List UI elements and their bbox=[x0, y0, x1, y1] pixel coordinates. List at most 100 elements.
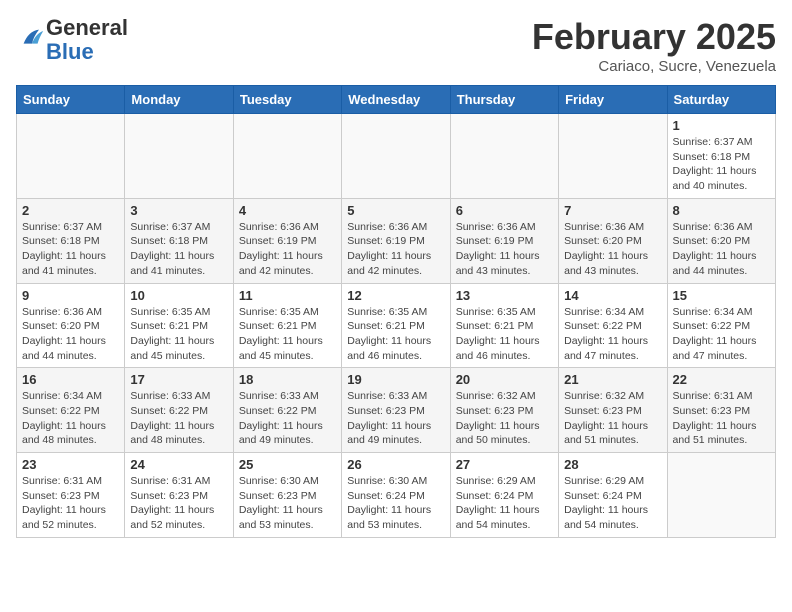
day-info: Sunrise: 6:36 AM Sunset: 6:20 PM Dayligh… bbox=[564, 220, 661, 279]
calendar-week-row: 9Sunrise: 6:36 AM Sunset: 6:20 PM Daylig… bbox=[17, 283, 776, 368]
day-info: Sunrise: 6:36 AM Sunset: 6:19 PM Dayligh… bbox=[456, 220, 553, 279]
calendar-week-row: 1 Sunrise: 6:37 AM Sunset: 6:18 PM Daylig… bbox=[17, 114, 776, 199]
calendar-cell: 2 Sunrise: 6:37 AM Sunset: 6:18 PM Daylig… bbox=[17, 198, 125, 283]
day-info: Sunrise: 6:30 AM Sunset: 6:23 PM Dayligh… bbox=[239, 474, 336, 533]
calendar-cell: 4 Sunrise: 6:36 AM Sunset: 6:19 PM Daylig… bbox=[233, 198, 341, 283]
day-info: Sunrise: 6:32 AM Sunset: 6:23 PM Dayligh… bbox=[456, 389, 553, 448]
day-number: 19 bbox=[347, 372, 444, 387]
calendar-cell: 11Sunrise: 6:35 AM Sunset: 6:21 PM Dayli… bbox=[233, 283, 341, 368]
day-number: 5 bbox=[347, 203, 444, 218]
calendar-cell: 21 Sunrise: 6:32 AM Sunset: 6:23 PM Dayli… bbox=[559, 368, 667, 453]
calendar-cell bbox=[450, 114, 558, 199]
calendar-cell bbox=[233, 114, 341, 199]
day-number: 12 bbox=[347, 288, 444, 303]
day-number: 26 bbox=[347, 457, 444, 472]
day-number: 4 bbox=[239, 203, 336, 218]
calendar-cell bbox=[342, 114, 450, 199]
day-number: 10 bbox=[130, 288, 227, 303]
weekday-header-tuesday: Tuesday bbox=[233, 86, 341, 114]
calendar-cell: 5 Sunrise: 6:36 AM Sunset: 6:19 PM Daylig… bbox=[342, 198, 450, 283]
day-number: 3 bbox=[130, 203, 227, 218]
day-info: Sunrise: 6:33 AM Sunset: 6:22 PM Dayligh… bbox=[239, 389, 336, 448]
day-number: 18 bbox=[239, 372, 336, 387]
calendar-cell: 10 Sunrise: 6:35 AM Sunset: 6:21 PM Dayli… bbox=[125, 283, 233, 368]
weekday-header-thursday: Thursday bbox=[450, 86, 558, 114]
day-number: 21 bbox=[564, 372, 661, 387]
calendar-week-row: 16 Sunrise: 6:34 AM Sunset: 6:22 PM Dayli… bbox=[17, 368, 776, 453]
day-info: Sunrise: 6:36 AM Sunset: 6:20 PM Dayligh… bbox=[673, 220, 770, 279]
calendar-cell: 1 Sunrise: 6:37 AM Sunset: 6:18 PM Daylig… bbox=[667, 114, 775, 199]
day-number: 8 bbox=[673, 203, 770, 218]
calendar-cell: 26 Sunrise: 6:30 AM Sunset: 6:24 PM Dayli… bbox=[342, 453, 450, 538]
day-number: 1 bbox=[673, 118, 770, 133]
calendar-week-row: 23 Sunrise: 6:31 AM Sunset: 6:23 PM Dayli… bbox=[17, 453, 776, 538]
calendar-cell: 28 Sunrise: 6:29 AM Sunset: 6:24 PM Dayli… bbox=[559, 453, 667, 538]
day-number: 16 bbox=[22, 372, 119, 387]
calendar-cell: 19 Sunrise: 6:33 AM Sunset: 6:23 PM Dayli… bbox=[342, 368, 450, 453]
calendar-cell bbox=[559, 114, 667, 199]
day-info: Sunrise: 6:34 AM Sunset: 6:22 PM Dayligh… bbox=[22, 389, 119, 448]
day-info: Sunrise: 6:32 AM Sunset: 6:23 PM Dayligh… bbox=[564, 389, 661, 448]
calendar-cell bbox=[125, 114, 233, 199]
day-info: Sunrise: 6:35 AM Sunset: 6:21 PM Dayligh… bbox=[130, 305, 227, 364]
day-info: Sunrise: 6:37 AM Sunset: 6:18 PM Dayligh… bbox=[673, 135, 770, 194]
day-number: 6 bbox=[456, 203, 553, 218]
day-info: Sunrise: 6:37 AM Sunset: 6:18 PM Dayligh… bbox=[22, 220, 119, 279]
day-info: Sunrise: 6:29 AM Sunset: 6:24 PM Dayligh… bbox=[564, 474, 661, 533]
month-year-title: February 2025 bbox=[532, 16, 776, 58]
weekday-header-monday: Monday bbox=[125, 86, 233, 114]
day-number: 13 bbox=[456, 288, 553, 303]
day-number: 27 bbox=[456, 457, 553, 472]
calendar-cell: 25 Sunrise: 6:30 AM Sunset: 6:23 PM Dayli… bbox=[233, 453, 341, 538]
day-info: Sunrise: 6:31 AM Sunset: 6:23 PM Dayligh… bbox=[130, 474, 227, 533]
calendar-cell: 9Sunrise: 6:36 AM Sunset: 6:20 PM Daylig… bbox=[17, 283, 125, 368]
day-info: Sunrise: 6:34 AM Sunset: 6:22 PM Dayligh… bbox=[673, 305, 770, 364]
calendar-cell: 22Sunrise: 6:31 AM Sunset: 6:23 PM Dayli… bbox=[667, 368, 775, 453]
day-info: Sunrise: 6:36 AM Sunset: 6:19 PM Dayligh… bbox=[347, 220, 444, 279]
day-number: 20 bbox=[456, 372, 553, 387]
logo-text: General Blue bbox=[46, 16, 128, 64]
calendar-cell: 16 Sunrise: 6:34 AM Sunset: 6:22 PM Dayli… bbox=[17, 368, 125, 453]
logo-bird-icon bbox=[18, 24, 46, 52]
day-number: 2 bbox=[22, 203, 119, 218]
calendar-table: SundayMondayTuesdayWednesdayThursdayFrid… bbox=[16, 85, 776, 538]
weekday-header-row: SundayMondayTuesdayWednesdayThursdayFrid… bbox=[17, 86, 776, 114]
weekday-header-saturday: Saturday bbox=[667, 86, 775, 114]
day-number: 14 bbox=[564, 288, 661, 303]
day-number: 28 bbox=[564, 457, 661, 472]
day-number: 7 bbox=[564, 203, 661, 218]
calendar-cell: 23 Sunrise: 6:31 AM Sunset: 6:23 PM Dayli… bbox=[17, 453, 125, 538]
calendar-cell: 27Sunrise: 6:29 AM Sunset: 6:24 PM Dayli… bbox=[450, 453, 558, 538]
day-info: Sunrise: 6:35 AM Sunset: 6:21 PM Dayligh… bbox=[456, 305, 553, 364]
calendar-cell: 17 Sunrise: 6:33 AM Sunset: 6:22 PM Dayli… bbox=[125, 368, 233, 453]
calendar-cell bbox=[17, 114, 125, 199]
day-info: Sunrise: 6:30 AM Sunset: 6:24 PM Dayligh… bbox=[347, 474, 444, 533]
calendar-cell: 14 Sunrise: 6:34 AM Sunset: 6:22 PM Dayli… bbox=[559, 283, 667, 368]
day-info: Sunrise: 6:37 AM Sunset: 6:18 PM Dayligh… bbox=[130, 220, 227, 279]
calendar-cell: 15 Sunrise: 6:34 AM Sunset: 6:22 PM Dayli… bbox=[667, 283, 775, 368]
day-info: Sunrise: 6:34 AM Sunset: 6:22 PM Dayligh… bbox=[564, 305, 661, 364]
day-number: 24 bbox=[130, 457, 227, 472]
title-block: February 2025 Cariaco, Sucre, Venezuela bbox=[532, 16, 776, 75]
calendar-week-row: 2 Sunrise: 6:37 AM Sunset: 6:18 PM Daylig… bbox=[17, 198, 776, 283]
day-number: 23 bbox=[22, 457, 119, 472]
calendar-cell: 8 Sunrise: 6:36 AM Sunset: 6:20 PM Daylig… bbox=[667, 198, 775, 283]
day-info: Sunrise: 6:33 AM Sunset: 6:23 PM Dayligh… bbox=[347, 389, 444, 448]
day-info: Sunrise: 6:36 AM Sunset: 6:19 PM Dayligh… bbox=[239, 220, 336, 279]
day-number: 17 bbox=[130, 372, 227, 387]
day-number: 11 bbox=[239, 288, 336, 303]
day-number: 15 bbox=[673, 288, 770, 303]
day-number: 25 bbox=[239, 457, 336, 472]
day-info: Sunrise: 6:31 AM Sunset: 6:23 PM Dayligh… bbox=[673, 389, 770, 448]
weekday-header-friday: Friday bbox=[559, 86, 667, 114]
calendar-cell: 3 Sunrise: 6:37 AM Sunset: 6:18 PM Daylig… bbox=[125, 198, 233, 283]
weekday-header-sunday: Sunday bbox=[17, 86, 125, 114]
day-info: Sunrise: 6:33 AM Sunset: 6:22 PM Dayligh… bbox=[130, 389, 227, 448]
day-number: 9 bbox=[22, 288, 119, 303]
day-info: Sunrise: 6:31 AM Sunset: 6:23 PM Dayligh… bbox=[22, 474, 119, 533]
location-subtitle: Cariaco, Sucre, Venezuela bbox=[532, 58, 776, 75]
calendar-cell: 13 Sunrise: 6:35 AM Sunset: 6:21 PM Dayli… bbox=[450, 283, 558, 368]
calendar-cell: 24 Sunrise: 6:31 AM Sunset: 6:23 PM Dayli… bbox=[125, 453, 233, 538]
calendar-cell: 6 Sunrise: 6:36 AM Sunset: 6:19 PM Daylig… bbox=[450, 198, 558, 283]
page-header: General Blue February 2025 Cariaco, Sucr… bbox=[16, 16, 776, 75]
